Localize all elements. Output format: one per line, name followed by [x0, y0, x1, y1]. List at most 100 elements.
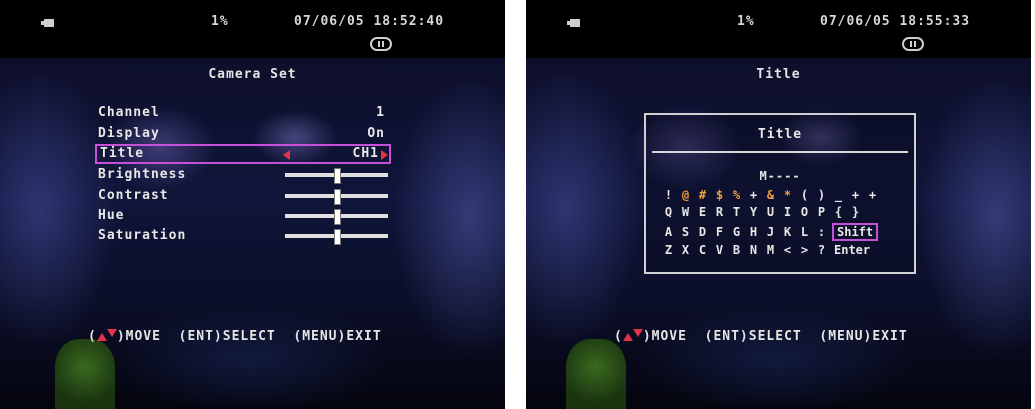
shift-key[interactable]: Shift: [832, 223, 879, 241]
key[interactable]: B: [728, 242, 745, 258]
footer-open-paren: (: [88, 329, 97, 344]
up-arrow-icon: [96, 333, 107, 341]
datetime: 07/06/05 18:52:40: [294, 14, 445, 29]
key[interactable]: Y: [745, 204, 762, 220]
menu-value: 1: [376, 105, 385, 120]
saturation-slider[interactable]: [285, 229, 388, 245]
key[interactable]: N: [745, 242, 762, 258]
keyboard-row-asdf: A S D F G H J K L: Shift: [660, 223, 879, 241]
down-arrow-icon: [632, 329, 643, 337]
slider-knob[interactable]: [333, 168, 341, 184]
key[interactable]: &: [762, 187, 779, 203]
down-arrow-icon: [106, 329, 117, 337]
key[interactable]: Z: [660, 242, 677, 258]
menu-label: Title: [100, 146, 145, 161]
exit-hint: (MENU)EXIT: [293, 329, 382, 344]
battery-icon: [567, 19, 580, 27]
menu-item-saturation[interactable]: Saturation: [95, 227, 391, 245]
key[interactable]: J: [762, 224, 779, 240]
key[interactable]: R: [711, 204, 728, 220]
key[interactable]: }: [847, 204, 864, 220]
slider-knob[interactable]: [333, 229, 341, 245]
key[interactable]: O: [796, 204, 813, 220]
key[interactable]: T: [728, 204, 745, 220]
key[interactable]: {: [830, 204, 847, 220]
menu-item-title[interactable]: Title CH1: [95, 144, 391, 164]
dialog-title: Title: [757, 127, 803, 142]
move-hint: )MOVE: [116, 329, 161, 344]
key[interactable]: D: [694, 224, 711, 240]
storage-percent: 1%: [737, 14, 755, 29]
menu-value: On: [367, 126, 385, 141]
key[interactable]: V: [711, 242, 728, 258]
key[interactable]: >: [796, 242, 813, 258]
right-arrow-icon[interactable]: [381, 150, 388, 160]
key[interactable]: +: [864, 187, 881, 203]
status-bar: [526, 0, 1031, 58]
brightness-slider[interactable]: [285, 168, 388, 184]
key[interactable]: W: [677, 204, 694, 220]
menu-label: Display: [98, 126, 160, 141]
key[interactable]: @: [677, 187, 694, 203]
slider-knob[interactable]: [333, 209, 341, 225]
key[interactable]: <: [779, 242, 796, 258]
menu-item-channel[interactable]: Channel 1: [95, 104, 391, 122]
divider: [652, 151, 908, 153]
key[interactable]: ): [813, 187, 830, 203]
key[interactable]: U: [762, 204, 779, 220]
menu-value: CH1: [352, 146, 379, 161]
left-arrow-icon[interactable]: [283, 150, 290, 160]
key[interactable]: _: [830, 187, 847, 203]
enter-key[interactable]: Enter: [834, 242, 870, 258]
footer-open-paren: (: [614, 329, 623, 344]
key[interactable]: ?: [813, 242, 830, 258]
menu-item-hue[interactable]: Hue: [95, 207, 391, 225]
menu-label: Saturation: [98, 228, 187, 243]
menu-item-brightness[interactable]: Brightness: [95, 166, 391, 184]
key[interactable]: F: [711, 224, 728, 240]
status-bar: [0, 0, 505, 58]
select-hint: (ENT)SELECT: [704, 329, 802, 344]
key[interactable]: :: [813, 224, 830, 240]
slider-knob[interactable]: [333, 189, 341, 205]
menu-label: Channel: [98, 105, 160, 120]
up-arrow-icon: [622, 333, 633, 341]
menu-label: Contrast: [98, 188, 169, 203]
key[interactable]: G: [728, 224, 745, 240]
key[interactable]: $: [711, 187, 728, 203]
hue-slider[interactable]: [285, 209, 388, 225]
key[interactable]: %: [728, 187, 745, 203]
key[interactable]: Q: [660, 204, 677, 220]
key[interactable]: S: [677, 224, 694, 240]
title-entry-field[interactable]: M----: [646, 169, 914, 183]
key[interactable]: !: [660, 187, 677, 203]
battery-icon: [41, 19, 54, 27]
key[interactable]: +: [745, 187, 762, 203]
footer-hints: ( )MOVE (ENT)SELECT (MENU)EXIT: [88, 329, 382, 344]
key[interactable]: C: [694, 242, 711, 258]
key[interactable]: M: [762, 242, 779, 258]
camera-set-screen: 1% 07/06/05 18:52:40 Camera Set Channel …: [0, 0, 505, 409]
menu-item-display[interactable]: Display On: [95, 125, 391, 143]
footer-hints: ()MOVE (ENT)SELECT (MENU)EXIT: [614, 329, 908, 344]
key[interactable]: #: [694, 187, 711, 203]
key[interactable]: (: [796, 187, 813, 203]
key[interactable]: I: [779, 204, 796, 220]
select-hint: (ENT)SELECT: [178, 329, 276, 344]
pause-icon: [370, 37, 392, 51]
key[interactable]: +: [847, 187, 864, 203]
key[interactable]: H: [745, 224, 762, 240]
menu-item-contrast[interactable]: Contrast: [95, 187, 391, 205]
title-keyboard-dialog: Title M---- ! @ # $% + & *() _ + + Q W E R T Y U I O P{} A…: [644, 113, 916, 274]
key[interactable]: L: [796, 224, 813, 240]
key[interactable]: E: [694, 204, 711, 220]
key[interactable]: P: [813, 204, 830, 220]
exit-hint: (MENU)EXIT: [819, 329, 908, 344]
key[interactable]: K: [779, 224, 796, 240]
key[interactable]: X: [677, 242, 694, 258]
datetime: 07/06/05 18:55:33: [820, 14, 971, 29]
title-edit-screen: 1% 07/06/05 18:55:33 Title Title M---- !…: [526, 0, 1031, 409]
contrast-slider[interactable]: [285, 189, 388, 205]
key[interactable]: A: [660, 224, 677, 240]
key[interactable]: *: [779, 187, 796, 203]
